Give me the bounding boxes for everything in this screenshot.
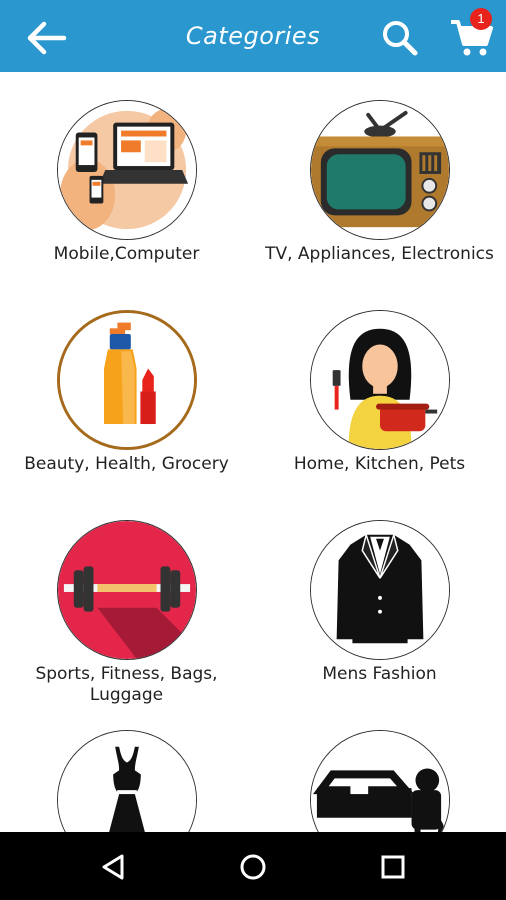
category-label: Mens Fashion	[322, 664, 437, 684]
devices-icon	[57, 100, 197, 240]
category-label: Home, Kitchen, Pets	[293, 454, 466, 474]
category-mens-fashion[interactable]: Mens Fashion	[253, 492, 506, 702]
app-bar: Categories 1	[0, 0, 506, 72]
search-icon[interactable]	[380, 18, 420, 58]
category-label: TV, Appliances, Electronics	[265, 244, 494, 264]
category-sports-fitness-bags-luggage[interactable]: Sports, Fitness, Bags, Luggage	[0, 492, 253, 705]
dumbbell-icon	[57, 520, 197, 660]
system-navigation-bar	[0, 832, 506, 900]
back-nav-icon[interactable]	[96, 850, 130, 884]
category-tv-appliances-electronics[interactable]: TV, Appliances, Electronics	[253, 72, 506, 282]
dress-icon	[57, 730, 197, 832]
category-beauty-health-grocery[interactable]: Beauty, Health, Grocery	[0, 282, 253, 492]
page-title: Categories	[185, 22, 321, 50]
category-grid: Mobile,Computer TV, Appliances, Electron…	[0, 72, 506, 832]
category-home-kitchen-pets[interactable]: Home, Kitchen, Pets	[253, 282, 506, 492]
vehicles-icon	[310, 730, 450, 832]
home-nav-icon[interactable]	[236, 850, 270, 884]
tv-icon	[310, 100, 450, 240]
cosmetics-icon	[57, 310, 197, 450]
category-label: Mobile,Computer	[53, 244, 200, 264]
recents-nav-icon[interactable]	[376, 850, 410, 884]
category-womens-fashion[interactable]	[0, 702, 253, 832]
suit-icon	[310, 520, 450, 660]
category-label: Sports, Fitness, Bags, Luggage	[35, 664, 218, 705]
category-label: Beauty, Health, Grocery	[24, 454, 229, 474]
chef-icon	[310, 310, 450, 450]
category-mobile-computer[interactable]: Mobile,Computer	[0, 72, 253, 282]
cart-count-badge: 1	[470, 8, 492, 30]
category-automotive[interactable]	[253, 702, 506, 832]
